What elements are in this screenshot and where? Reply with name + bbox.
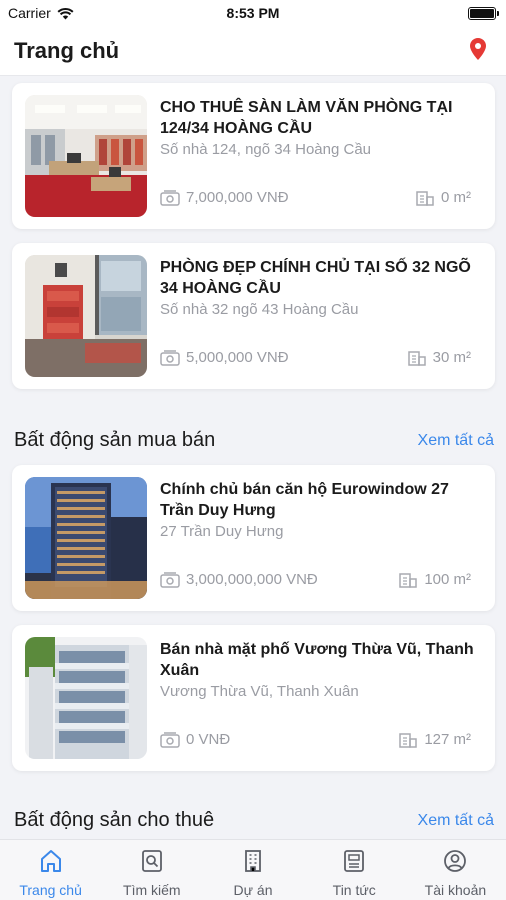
listing-thumbnail bbox=[25, 477, 147, 599]
app-header: Trang chủ bbox=[0, 28, 506, 76]
battery-icon bbox=[468, 7, 499, 20]
area-icon bbox=[399, 572, 418, 588]
listing-title: PHÒNG ĐẸP CHÍNH CHỦ TẠI SỐ 32 NGÕ 34 HOÀ… bbox=[160, 259, 471, 297]
listing-title: Bán nhà mặt phố Vương Thừa Vũ, Thanh Xuâ… bbox=[160, 641, 474, 679]
status-time: 8:53 PM bbox=[226, 5, 280, 21]
page-title: Trang chủ bbox=[14, 38, 120, 63]
section-header-sale: Bất động sản mua bán Xem tất cả bbox=[14, 429, 494, 455]
listing-area: 30 m² bbox=[407, 349, 471, 366]
listing-card[interactable]: Bán nhà mặt phố Vương Thừa Vũ, Thanh Xuâ… bbox=[12, 625, 495, 771]
area-value: 127 m² bbox=[424, 731, 471, 748]
listing-area: 0 m² bbox=[415, 189, 471, 206]
money-icon bbox=[160, 731, 180, 748]
listing-price: 3,000,000,000 VNĐ bbox=[160, 571, 318, 588]
status-bar: Carrier 8:53 PM bbox=[0, 0, 506, 28]
listing-card[interactable]: PHÒNG ĐẸP CHÍNH CHỦ TẠI SỐ 32 NGÕ 34 HOÀ… bbox=[12, 243, 495, 389]
listing-area: 127 m² bbox=[398, 731, 471, 748]
listing-address: Số nhà 124, ngõ 34 Hoàng Cầu bbox=[160, 141, 372, 158]
listing-thumbnail bbox=[25, 255, 147, 377]
tab-projects[interactable]: Dự án bbox=[202, 840, 303, 900]
listing-address: Vương Thừa Vũ, Thanh Xuân bbox=[160, 683, 359, 700]
news-icon bbox=[344, 850, 365, 872]
area-icon bbox=[399, 732, 418, 748]
listing-price: 0 VNĐ bbox=[160, 731, 230, 748]
money-icon bbox=[160, 349, 180, 366]
price-value: 7,000,000 VNĐ bbox=[186, 189, 289, 206]
account-icon bbox=[444, 850, 467, 872]
tab-account[interactable]: Tài khoản bbox=[405, 840, 506, 900]
map-pin-icon[interactable] bbox=[470, 38, 486, 60]
tab-home[interactable]: Trang chủ bbox=[0, 840, 101, 900]
listing-card[interactable]: Chính chủ bán căn hộ Eurowindow 27 Trần … bbox=[12, 465, 495, 611]
price-value: 5,000,000 VNĐ bbox=[186, 349, 289, 366]
building-icon bbox=[245, 850, 261, 872]
listing-title: CHO THUÊ SÀN LÀM VĂN PHÒNG TẠI 124/34 HO… bbox=[160, 99, 453, 137]
section-title: Bất động sản mua bán bbox=[14, 429, 216, 451]
see-all-link[interactable]: Xem tất cả bbox=[418, 812, 494, 830]
section-title: Bất động sản cho thuê bbox=[14, 809, 215, 831]
listing-title: Chính chủ bán căn hộ Eurowindow 27 Trần … bbox=[160, 481, 449, 519]
area-value: 0 m² bbox=[441, 189, 471, 206]
listing-address: 27 Trần Duy Hưng bbox=[160, 523, 284, 540]
price-value: 3,000,000,000 VNĐ bbox=[186, 571, 318, 588]
home-feed[interactable]: CHO THUÊ SÀN LÀM VĂN PHÒNG TẠI 124/34 HO… bbox=[0, 77, 506, 839]
see-all-link[interactable]: Xem tất cả bbox=[418, 432, 494, 450]
listing-price: 7,000,000 VNĐ bbox=[160, 189, 289, 206]
listing-thumbnail bbox=[25, 95, 147, 217]
home-icon bbox=[40, 850, 61, 872]
listing-thumbnail bbox=[25, 637, 147, 759]
search-icon bbox=[141, 850, 162, 872]
tab-search[interactable]: Tìm kiếm bbox=[101, 840, 202, 900]
tab-news[interactable]: Tin tức bbox=[304, 840, 405, 900]
area-icon bbox=[416, 190, 434, 206]
bottom-tab-bar: Trang chủ Tìm kiếm Dự án Tin tức Tài kho… bbox=[0, 839, 506, 900]
section-header-rent: Bất động sản cho thuê Xem tất cả bbox=[14, 809, 494, 835]
area-value: 100 m² bbox=[424, 571, 471, 588]
money-icon bbox=[160, 189, 180, 206]
tab-label: Tìm kiếm bbox=[123, 882, 181, 898]
tab-label: Tin tức bbox=[332, 882, 376, 898]
price-value: 0 VNĐ bbox=[186, 731, 231, 748]
listing-card[interactable]: CHO THUÊ SÀN LÀM VĂN PHÒNG TẠI 124/34 HO… bbox=[12, 83, 495, 229]
tab-label: Trang chủ bbox=[19, 882, 82, 898]
money-icon bbox=[160, 571, 180, 588]
area-value: 30 m² bbox=[432, 349, 471, 366]
listing-address: Số nhà 32 ngõ 43 Hoàng Cầu bbox=[160, 301, 359, 318]
tab-label: Tài khoản bbox=[424, 882, 487, 898]
area-icon bbox=[407, 350, 426, 366]
listing-price: 5,000,000 VNĐ bbox=[160, 349, 289, 366]
listing-area: 100 m² bbox=[398, 571, 471, 588]
tab-label: Dự án bbox=[233, 882, 273, 898]
